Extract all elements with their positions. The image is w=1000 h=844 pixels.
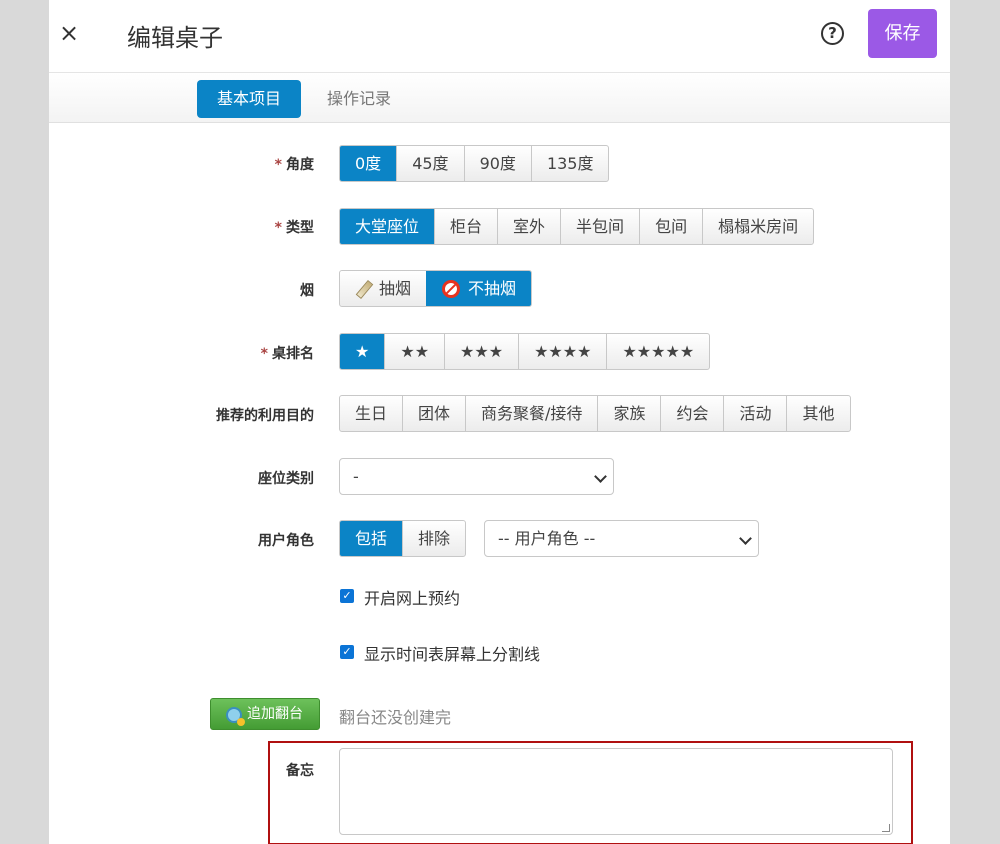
type-label: * 类型: [49, 217, 314, 237]
user-role-label: 用户角色: [258, 533, 314, 549]
purpose-option-group[interactable]: 团体: [402, 396, 465, 431]
add-turnover-button[interactable]: 追加翻台: [210, 698, 320, 730]
cigarette-icon: [355, 281, 371, 297]
rank-option-4[interactable]: ★★★★: [518, 334, 606, 369]
no-smoking-icon: [442, 279, 461, 298]
type-option-private[interactable]: 包间: [639, 209, 702, 244]
resize-handle-icon[interactable]: [882, 824, 890, 832]
user-role-button-group: 包括 排除: [339, 520, 467, 557]
rank-option-5[interactable]: ★★★★★: [606, 334, 709, 369]
purpose-option-family[interactable]: 家族: [597, 396, 660, 431]
type-option-counter[interactable]: 柜台: [434, 209, 497, 244]
user-role-select-value: -- 用户角色 --: [498, 529, 596, 548]
dialog-header: × 编辑桌子 ? 保存: [49, 0, 950, 73]
rank-button-group: ★ ★★ ★★★ ★★★★ ★★★★★: [339, 333, 711, 370]
timeline-divider-checkbox[interactable]: ✓: [340, 645, 354, 659]
purpose-option-date[interactable]: 约会: [660, 396, 723, 431]
add-badge-icon: [237, 718, 245, 726]
angle-label: * 角度: [49, 154, 314, 174]
non-smoking-label: 不抽烟: [468, 279, 517, 298]
edit-table-dialog: × 编辑桌子 ? 保存 基本项目 操作记录 * 角度 0度 45度 90度 135…: [49, 0, 950, 844]
purpose-label: 推荐的利用目的: [216, 408, 314, 424]
online-booking-label: 开启网上预约: [364, 589, 461, 608]
purpose-option-event[interactable]: 活动: [723, 396, 786, 431]
rank-option-3[interactable]: ★★★: [444, 334, 518, 369]
angle-button-group: 0度 45度 90度 135度: [339, 145, 610, 182]
timeline-divider-label: 显示时间表屏幕上分割线: [364, 645, 541, 664]
user-role-exclude[interactable]: 排除: [402, 521, 465, 556]
angle-label-text: 角度: [286, 157, 314, 173]
type-option-semi-private[interactable]: 半包间: [560, 209, 639, 244]
seat-type-label: 座位类别: [258, 471, 314, 487]
rank-option-1[interactable]: ★: [340, 334, 385, 369]
purpose-option-other[interactable]: 其他: [786, 396, 849, 431]
purpose-option-birthday[interactable]: 生日: [340, 396, 402, 431]
required-mark: *: [274, 220, 282, 236]
chevron-down-icon: [594, 470, 607, 483]
turnover-status-text: 翻台还没创建完: [339, 708, 452, 727]
smoke-button-group: 抽烟 不抽烟: [339, 270, 533, 307]
rank-option-2[interactable]: ★★: [384, 334, 444, 369]
memo-label: 备忘: [286, 763, 314, 779]
type-option-outdoor[interactable]: 室外: [497, 209, 560, 244]
add-turnover-label: 追加翻台: [247, 706, 303, 722]
help-icon[interactable]: ?: [821, 22, 844, 45]
save-button[interactable]: 保存: [868, 9, 937, 58]
smoke-label: 烟: [300, 283, 314, 299]
seat-type-select[interactable]: -: [339, 458, 614, 495]
type-option-lobby[interactable]: 大堂座位: [340, 209, 435, 244]
chevron-down-icon: [739, 532, 752, 545]
angle-option-45[interactable]: 45度: [396, 146, 463, 181]
required-mark: *: [274, 157, 282, 173]
required-mark: *: [260, 346, 268, 362]
purpose-button-group: 生日 团体 商务聚餐/接待 家族 约会 活动 其他: [339, 395, 851, 432]
non-smoking-button[interactable]: 不抽烟: [426, 271, 532, 306]
rank-label-text: 桌排名: [272, 346, 314, 362]
user-role-include[interactable]: 包括: [340, 521, 403, 556]
smoking-label: 抽烟: [379, 279, 412, 298]
tab-bar: 基本项目 操作记录: [49, 73, 950, 123]
type-option-tatami[interactable]: 榻榻米房间: [702, 209, 813, 244]
memo-textarea[interactable]: [339, 748, 893, 835]
close-icon[interactable]: ×: [59, 21, 79, 45]
online-booking-checkbox[interactable]: ✓: [340, 589, 354, 603]
page-title: 编辑桌子: [127, 24, 223, 52]
angle-option-0[interactable]: 0度: [340, 146, 397, 181]
tab-operation-log[interactable]: 操作记录: [307, 80, 411, 118]
type-label-text: 类型: [286, 220, 314, 236]
seat-type-value: -: [353, 467, 359, 486]
angle-option-90[interactable]: 90度: [463, 146, 531, 181]
rank-label: * 桌排名: [49, 343, 314, 363]
smoking-button[interactable]: 抽烟: [340, 271, 426, 306]
user-role-select[interactable]: -- 用户角色 --: [484, 520, 759, 557]
tab-basic-items[interactable]: 基本项目: [197, 80, 302, 118]
type-button-group: 大堂座位 柜台 室外 半包间 包间 榻榻米房间: [339, 208, 815, 245]
angle-option-135[interactable]: 135度: [530, 146, 609, 181]
purpose-option-business[interactable]: 商务聚餐/接待: [465, 396, 597, 431]
